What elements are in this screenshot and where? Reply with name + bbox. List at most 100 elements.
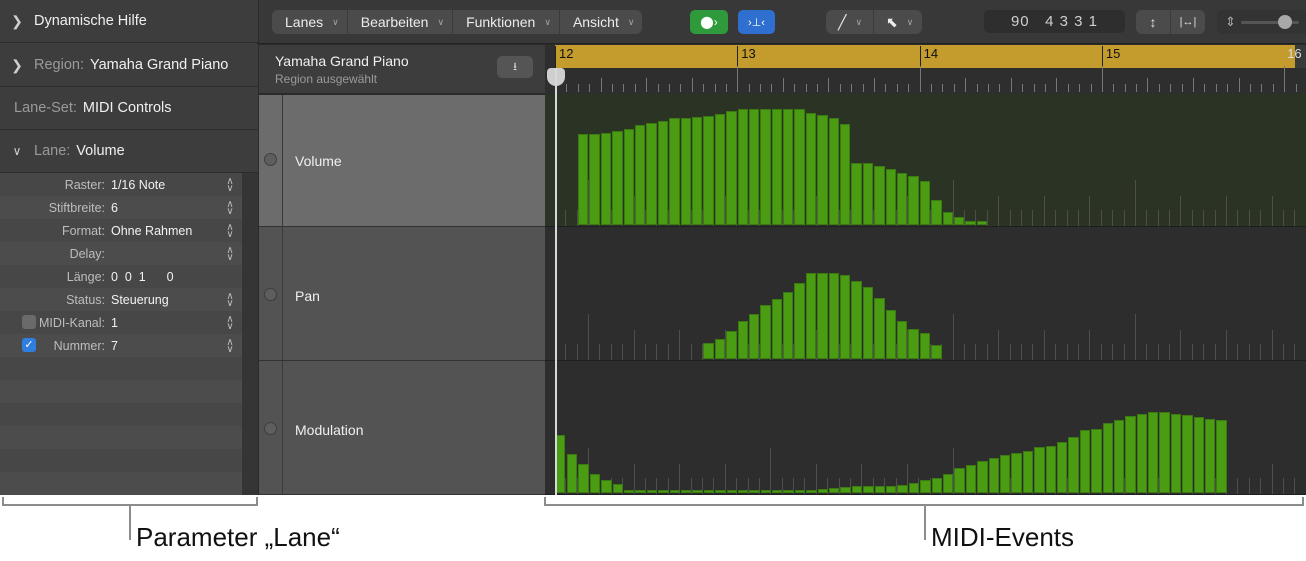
param-raster[interactable]: Raster: 1/16 Note ∧ ∨ (0, 173, 242, 196)
collapse-button[interactable]: ⭳ (497, 56, 533, 78)
midi-event-bar[interactable] (863, 485, 874, 493)
param-laenge[interactable]: Länge: 0 0 1 0 (0, 265, 242, 288)
midi-event-bar[interactable] (1022, 451, 1034, 493)
midi-event-bar[interactable] (567, 454, 578, 493)
param-delay[interactable]: Delay: ∧ ∨ (0, 242, 242, 265)
midi-event-bar[interactable] (828, 273, 840, 359)
midi-event-bar[interactable] (691, 117, 703, 225)
midi-event-bar[interactable] (657, 121, 669, 225)
midi-event-bar[interactable] (976, 220, 988, 225)
midi-event-bar[interactable] (1034, 446, 1045, 493)
midi-event-bar[interactable] (920, 479, 931, 493)
midi-event-bar[interactable] (886, 485, 897, 493)
param-status[interactable]: Status: Steuerung ∧ ∨ (0, 288, 242, 311)
midi-event-bar[interactable] (726, 331, 737, 359)
midi-event-bar[interactable] (623, 489, 635, 493)
midi-event-bar[interactable] (965, 220, 976, 225)
midi-event-bar[interactable] (931, 344, 942, 359)
param-value[interactable]: 0 0 1 0 (111, 270, 218, 284)
functions-menu[interactable]: Funktionen ∨ (453, 10, 560, 34)
midi-event-bar[interactable] (840, 124, 851, 225)
midi-event-bar[interactable] (908, 176, 919, 225)
midi-event-bar[interactable] (977, 461, 988, 493)
midi-event-bar[interactable] (840, 486, 851, 493)
lane-enable-icon[interactable] (264, 153, 277, 166)
stepper-icon[interactable]: ∧ ∨ (218, 291, 242, 308)
midi-event-bar[interactable] (737, 109, 748, 225)
position-display[interactable]: 90 4 3 3 1 (984, 10, 1125, 33)
midi-event-bar[interactable] (897, 321, 908, 359)
midi-event-bar[interactable] (772, 490, 783, 493)
lane-header-volume[interactable]: Volume (259, 95, 545, 227)
midi-event-bar[interactable] (760, 490, 772, 493)
zoom-slider-knob[interactable] (1277, 15, 1292, 29)
param-stiftbreite[interactable]: Stiftbreite: 6 ∧ ∨ (0, 196, 242, 219)
midi-event-bar[interactable] (885, 309, 897, 359)
midi-event-bar[interactable] (931, 477, 942, 493)
view-menu[interactable]: Ansicht ∨ (560, 10, 643, 34)
midi-event-bar[interactable] (658, 490, 669, 493)
midi-event-bar[interactable] (897, 173, 908, 225)
midi-event-bar[interactable] (635, 490, 646, 493)
dynamic-help-section[interactable]: ❯ Dynamische Hilfe (0, 0, 258, 43)
midi-event-bar[interactable] (1011, 453, 1022, 493)
midi-event-bar[interactable] (806, 490, 817, 493)
midi-event-bar[interactable] (851, 163, 862, 225)
midi-event-bar[interactable] (999, 455, 1011, 493)
midi-event-bar[interactable] (601, 479, 612, 493)
lane-volume-events[interactable] (545, 94, 1306, 227)
midi-event-bar[interactable] (829, 487, 840, 493)
param-format[interactable]: Format: Ohne Rahmen ∧ ∨ (0, 219, 242, 242)
midi-event-bar[interactable] (954, 468, 965, 493)
midi-event-bar[interactable] (703, 342, 714, 359)
param-nummer[interactable]: ✓ Nummer: 7 ∧ ∨ (0, 334, 242, 357)
midi-event-bar[interactable] (578, 464, 589, 493)
lane-header-modulation[interactable]: Modulation (259, 361, 545, 495)
lane-modulation-events[interactable] (545, 361, 1306, 495)
midi-event-bar[interactable] (714, 338, 726, 359)
midi-event-bar[interactable] (612, 130, 623, 225)
midi-event-bar[interactable] (737, 321, 748, 359)
midi-event-bar[interactable] (1216, 420, 1227, 493)
pencil-tool-menu[interactable]: ╱ ∨ (826, 10, 874, 34)
midi-event-bar[interactable] (851, 485, 863, 493)
lane-pan-events[interactable] (545, 227, 1306, 361)
stepper-icon[interactable]: ∧ ∨ (218, 337, 242, 354)
stepper-icon[interactable]: ∧ ∨ (218, 245, 242, 262)
midi-event-bar[interactable] (669, 490, 680, 493)
midi-event-bar[interactable] (1091, 428, 1102, 493)
midi-event-bar[interactable] (919, 181, 931, 225)
midi-event-bar[interactable] (1159, 412, 1170, 493)
midi-event-bar[interactable] (714, 114, 726, 225)
midi-event-bar[interactable] (1182, 415, 1193, 493)
midi-event-bar[interactable] (771, 109, 783, 225)
midi-events-area[interactable] (545, 94, 1306, 495)
midi-event-bar[interactable] (612, 483, 623, 493)
midi-event-bar[interactable] (726, 490, 737, 493)
midi-event-bar[interactable] (1102, 423, 1113, 493)
lane-set-section[interactable]: Lane-Set: MIDI Controls (0, 87, 258, 130)
midi-event-bar[interactable] (805, 273, 817, 359)
midi-event-bar[interactable] (680, 118, 691, 225)
stepper-icon[interactable]: ∧ ∨ (218, 222, 242, 239)
midi-event-bar[interactable] (703, 490, 715, 493)
midi-event-bar[interactable] (840, 275, 851, 359)
bar-ruler[interactable]: 12 13 14 15 16 (545, 45, 1306, 94)
midi-event-bar[interactable] (1113, 420, 1125, 493)
midi-event-bar[interactable] (942, 211, 953, 225)
midi-event-bar[interactable] (794, 109, 805, 225)
midi-event-bar[interactable] (748, 109, 760, 225)
midi-event-bar[interactable] (874, 297, 885, 359)
lane-header-pan[interactable]: Pan (259, 227, 545, 361)
midi-event-bar[interactable] (783, 490, 794, 493)
param-midi-kanal[interactable]: MIDI-Kanal: 1 ∧ ∨ (0, 311, 242, 334)
midi-event-bar[interactable] (748, 313, 760, 359)
pointer-tool-menu[interactable]: ⬉ ∨ (874, 10, 922, 34)
midi-event-bar[interactable] (726, 111, 737, 225)
midi-event-bar[interactable] (1170, 414, 1182, 493)
stepper-icon[interactable]: ∧ ∨ (218, 199, 242, 216)
midi-event-bar[interactable] (556, 434, 565, 493)
midi-event-bar[interactable] (805, 113, 817, 225)
midi-event-bar[interactable] (965, 465, 977, 493)
midi-event-bar[interactable] (885, 169, 897, 225)
